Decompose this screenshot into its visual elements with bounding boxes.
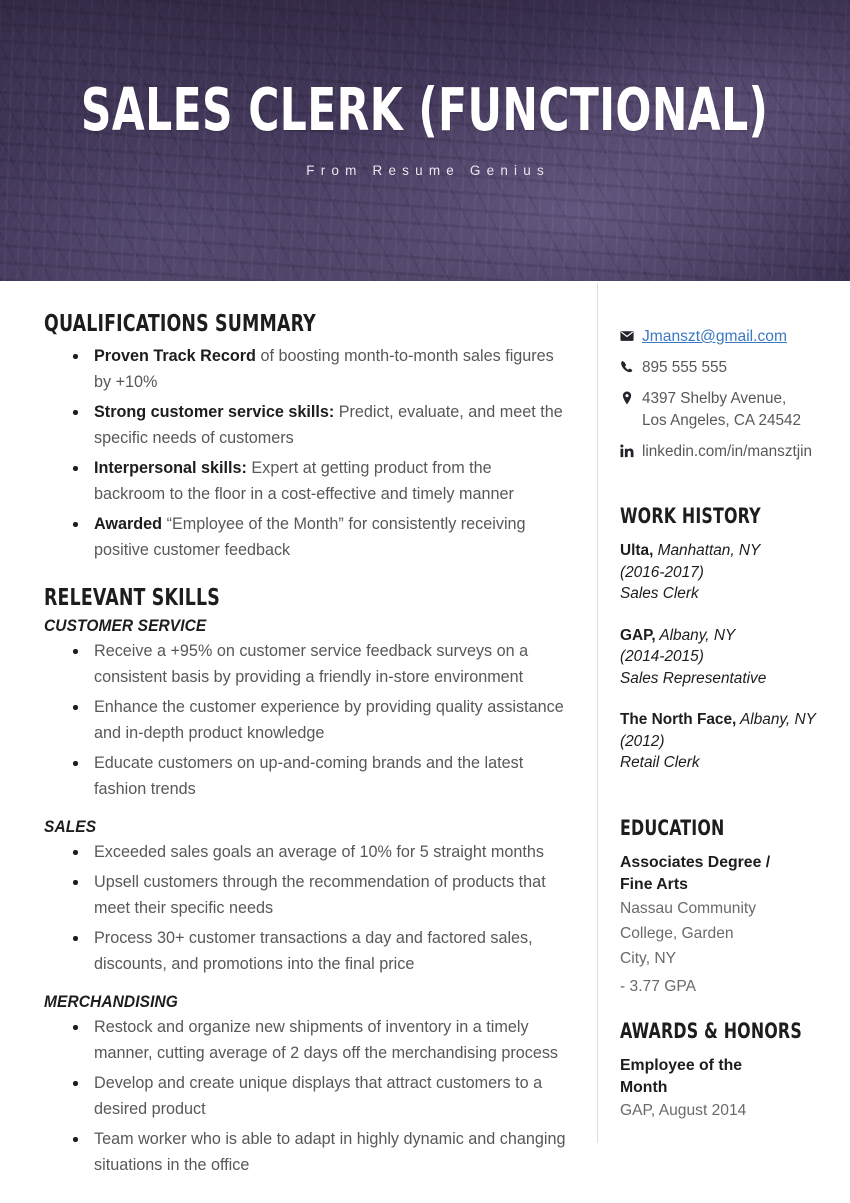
award-entry: Employee of the Month GAP, August 2014: [620, 1055, 832, 1123]
list-item: Team worker who is able to adapt in high…: [44, 1126, 567, 1178]
linkedin-icon: [620, 441, 642, 458]
work-entry-gap: GAP, Albany, NY (2014-2015) Sales Repres…: [620, 625, 832, 690]
merchandising-list: Restock and organize new shipments of in…: [44, 1014, 567, 1178]
customer-service-list: Receive a +95% on customer service feedb…: [44, 638, 567, 802]
bullet-lead: Proven Track Record: [94, 347, 256, 365]
degree-line-1: Associates Degree /: [620, 853, 771, 871]
list-item: Exceeded sales goals an average of 10% f…: [44, 839, 567, 865]
education-entry: Associates Degree / Fine Arts Nassau Com…: [620, 852, 832, 999]
company-location: Manhattan, NY: [653, 542, 761, 559]
contact-row-email[interactable]: Jmanszt@gmail.com: [620, 326, 832, 348]
work-entry-the-north-face: The North Face, Albany, NY (2012) Retail…: [620, 709, 832, 774]
address-text: 4397 Shelby Avenue, Los Angeles, CA 24542: [642, 388, 801, 432]
award-title-line-2: Month: [620, 1078, 668, 1096]
company-location: Albany, NY: [655, 626, 736, 644]
bullet-lead: Strong customer service skills:: [94, 403, 335, 421]
sidebar-column: Jmanszt@gmail.com 895 555 555 4397 Shelb…: [598, 281, 850, 1203]
contact-row-linkedin[interactable]: linkedin.com/in/mansztjin: [620, 441, 832, 463]
work-entry-header: Ulta, Manhattan, NY: [620, 540, 832, 562]
company-name: The North Face,: [620, 711, 737, 728]
phone-number: 895 555 555: [642, 359, 728, 376]
company-location: Albany, NY: [736, 711, 816, 728]
list-item: Restock and organize new shipments of in…: [44, 1014, 567, 1066]
list-item: Interpersonal skills: Expert at getting …: [44, 455, 567, 507]
contact-block: Jmanszt@gmail.com 895 555 555 4397 Shelb…: [620, 326, 832, 463]
bullet-lead: Awarded: [94, 515, 163, 533]
list-item: Educate customers on up-and-coming brand…: [44, 750, 567, 802]
sales-list: Exceeded sales goals an average of 10% f…: [44, 839, 567, 977]
list-item: Enhance the customer experience by provi…: [44, 694, 567, 746]
job-title: Retail Clerk: [620, 754, 700, 771]
section-heading-education: EDUCATION: [620, 815, 725, 840]
subsection-heading-merchandising: MERCHANDISING: [44, 993, 178, 1011]
degree-line-2: Fine Arts: [620, 875, 688, 893]
company-name: GAP,: [620, 626, 656, 644]
list-item: Proven Track Record of boosting month-to…: [44, 343, 567, 395]
page-title: SALES CLERK (FUNCTIONAL): [81, 74, 769, 144]
employment-dates: (2012): [620, 732, 665, 750]
gpa-text: - 3.77 GPA: [620, 977, 696, 995]
job-title: Sales Clerk: [620, 585, 699, 602]
qualifications-list: Proven Track Record of boosting month-to…: [44, 343, 567, 563]
award-detail: GAP, August 2014: [620, 1101, 747, 1119]
work-entry-header: The North Face, Albany, NY: [620, 709, 832, 731]
employment-dates: (2016-2017): [620, 563, 704, 581]
bullet-lead: Interpersonal skills:: [94, 459, 247, 477]
address-line-2: Los Angeles, CA 24542: [642, 412, 802, 429]
job-title: Sales Representative: [620, 669, 767, 687]
work-entry-header: GAP, Albany, NY: [620, 625, 832, 647]
email-link[interactable]: Jmanszt@gmail.com: [642, 326, 787, 348]
company-name: Ulta,: [620, 542, 654, 559]
school-line-3: City, NY: [620, 949, 677, 967]
section-heading-relevant-skills: RELEVANT SKILLS: [44, 585, 220, 611]
list-item: Awarded “Employee of the Month” for cons…: [44, 511, 567, 563]
address-line-1: 4397 Shelby Avenue,: [642, 390, 787, 407]
section-heading-qualifications: QUALIFICATIONS SUMMARY: [44, 311, 316, 337]
school-line-1: Nassau Community: [620, 899, 757, 917]
employment-dates: (2014-2015): [620, 648, 704, 665]
list-item: Receive a +95% on customer service feedb…: [44, 638, 567, 690]
envelope-icon: [620, 326, 642, 343]
section-heading-awards-honors: AWARDS & HONORS: [620, 1018, 802, 1043]
resume-body: QUALIFICATIONS SUMMARY Proven Track Reco…: [0, 281, 850, 1203]
map-pin-icon: [620, 388, 642, 405]
section-heading-work-history: WORK HISTORY: [620, 504, 761, 528]
resume-header: SALES CLERK (FUNCTIONAL) From Resume Gen…: [0, 0, 850, 281]
subsection-heading-sales: SALES: [44, 818, 97, 836]
main-column: QUALIFICATIONS SUMMARY Proven Track Reco…: [0, 281, 597, 1203]
contact-row-address: 4397 Shelby Avenue, Los Angeles, CA 24542: [620, 388, 832, 432]
list-item: Strong customer service skills: Predict,…: [44, 399, 567, 451]
award-title-line-1: Employee of the: [620, 1056, 743, 1074]
contact-row-phone: 895 555 555: [620, 357, 832, 379]
list-item: Develop and create unique displays that …: [44, 1070, 567, 1122]
header-subtitle: From Resume Genius: [306, 162, 550, 178]
school-line-2: College, Garden: [620, 924, 734, 942]
phone-icon: [620, 357, 642, 374]
subsection-heading-customer-service: CUSTOMER SERVICE: [44, 617, 207, 635]
linkedin-url: linkedin.com/in/mansztjin: [642, 443, 813, 460]
list-item: Process 30+ customer transactions a day …: [44, 925, 567, 977]
work-entry-ulta: Ulta, Manhattan, NY (2016-2017) Sales Cl…: [620, 540, 832, 605]
list-item: Upsell customers through the recommendat…: [44, 869, 567, 921]
